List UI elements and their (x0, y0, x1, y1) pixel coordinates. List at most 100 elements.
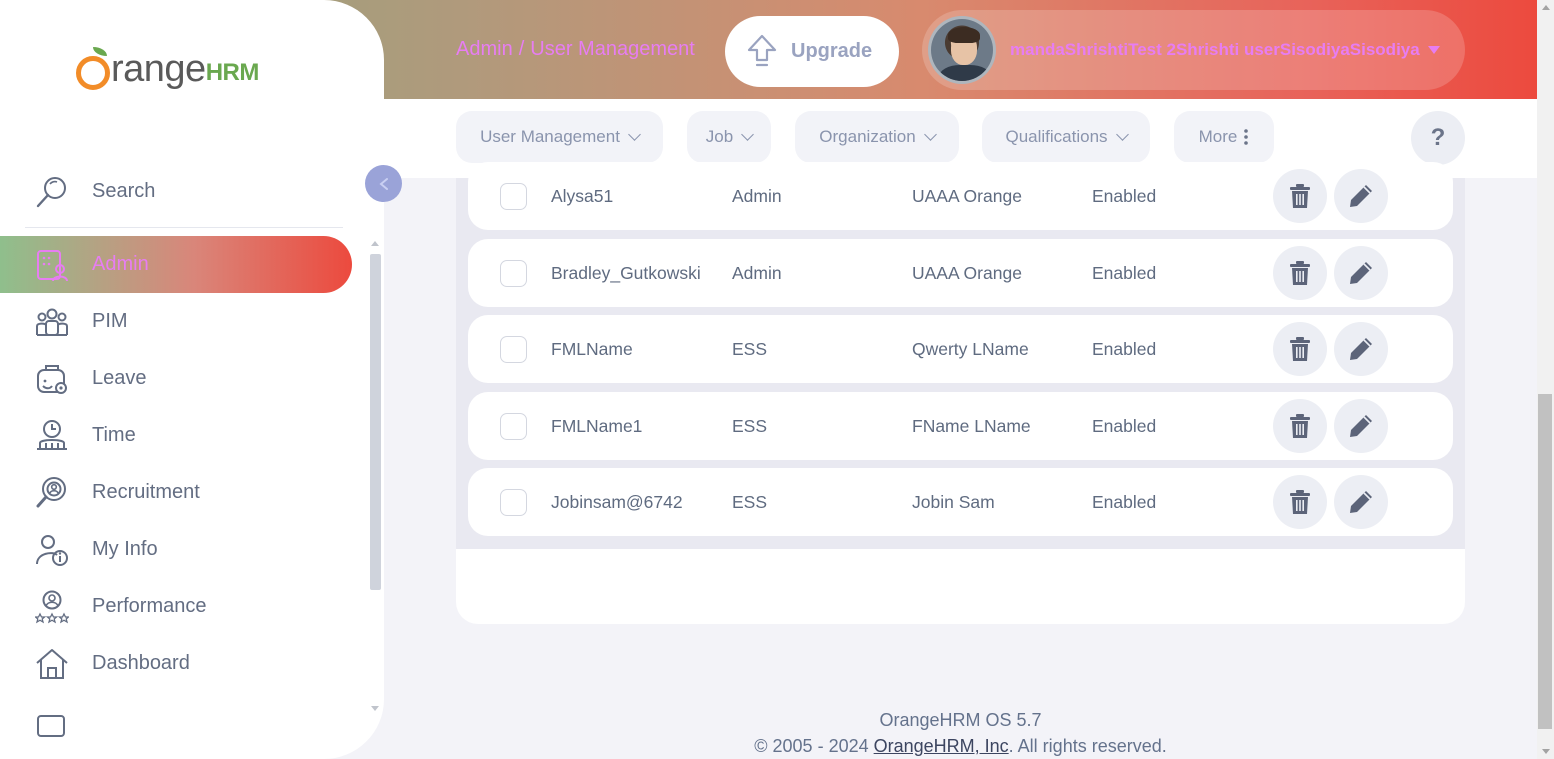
cell-status: Enabled (1092, 262, 1157, 283)
cell-role: ESS (732, 491, 768, 512)
trash-icon (1290, 261, 1310, 285)
copyright-suffix: . All rights reserved. (1008, 736, 1167, 756)
scrollbar-thumb[interactable] (370, 254, 381, 590)
nav-organization[interactable]: Organization (795, 111, 959, 163)
trash-icon (1290, 490, 1310, 514)
edit-button[interactable] (1334, 169, 1388, 223)
help-button[interactable]: ? (1411, 111, 1465, 165)
sidebar-item-recruitment[interactable]: Recruitment (0, 464, 352, 521)
scroll-down-icon[interactable] (371, 706, 379, 711)
edit-button[interactable] (1334, 322, 1388, 376)
scroll-up-icon[interactable] (1542, 5, 1550, 10)
sidebar-item-dashboard[interactable]: Dashboard (0, 635, 352, 692)
sidebar-search-label: Search (92, 180, 156, 202)
logo-text: range (111, 48, 206, 90)
cell-employee: FName LName (912, 415, 1031, 436)
footer-copyright: © 2005 - 2024 OrangeHRM, Inc. All rights… (456, 736, 1465, 757)
cell-employee: Jobin Sam (912, 491, 995, 512)
sidebar-item-label: Performance (92, 595, 207, 617)
sidebar-item-label: Dashboard (92, 652, 190, 674)
scroll-up-icon[interactable] (371, 241, 379, 246)
sidebar-item-label: My Info (92, 538, 158, 560)
chevron-down-icon (741, 128, 755, 141)
sidebar-search[interactable]: Search (0, 163, 352, 220)
collapse-sidebar-button[interactable] (365, 165, 402, 202)
row-checkbox[interactable] (500, 182, 527, 210)
sidebar-item-my-info[interactable]: My Info (0, 521, 352, 578)
sidebar-item-label: Leave (92, 367, 147, 389)
sidebar-item-pim[interactable]: PIM (0, 293, 352, 350)
avatar (928, 16, 996, 84)
pencil-icon (1350, 415, 1372, 437)
orangehrm-logo[interactable]: range HRM (76, 46, 260, 91)
cell-role: Admin (732, 185, 782, 206)
sidebar-item-label: Time (92, 424, 136, 446)
sidebar: range HRM Search Admin PIM Leave Time Rec… (0, 0, 384, 759)
row-checkbox[interactable] (500, 335, 527, 363)
scrollbar-thumb[interactable] (1538, 394, 1552, 729)
row-checkbox[interactable] (500, 259, 527, 287)
footer-version: OrangeHRM OS 5.7 (879, 710, 1042, 730)
breadcrumb-separator: / (518, 38, 525, 60)
sidebar-scrollbar[interactable] (368, 238, 382, 714)
delete-button[interactable] (1273, 169, 1327, 223)
cell-status: Enabled (1092, 338, 1157, 359)
upgrade-button[interactable]: Upgrade (725, 16, 899, 87)
sidebar-item-performance[interactable]: Performance (0, 578, 352, 635)
nav-label: Organization (819, 127, 916, 146)
search-icon (36, 176, 66, 207)
table-row: Alysa51 Admin UAAA Orange Enabled (468, 162, 1453, 230)
edit-button[interactable] (1334, 399, 1388, 453)
user-dropdown[interactable]: mandaShrishtiTest 2Shrishti userSisodiya… (922, 10, 1465, 90)
table-row: Bradley_Gutkowski Admin UAAA Orange Enab… (468, 239, 1453, 307)
trash-icon (1290, 337, 1310, 361)
sidebar-item-label: PIM (92, 310, 128, 332)
nav-label: User Management (480, 127, 620, 146)
performance-icon (35, 590, 69, 623)
sidebar-item-leave[interactable]: Leave (0, 350, 352, 407)
nav-user-management[interactable]: User Management (456, 111, 663, 163)
delete-button[interactable] (1273, 399, 1327, 453)
delete-button[interactable] (1273, 246, 1327, 300)
sidebar-item-partial[interactable] (0, 692, 352, 749)
leave-icon (37, 364, 67, 394)
row-checkbox[interactable] (500, 488, 527, 516)
caret-down-icon (1427, 46, 1440, 54)
chevron-down-icon (923, 128, 937, 141)
scroll-down-icon[interactable] (1542, 749, 1550, 754)
delete-button[interactable] (1273, 475, 1327, 529)
cell-employee: UAAA Orange (912, 185, 1022, 206)
directory-icon (37, 714, 65, 737)
company-link[interactable]: OrangeHRM, Inc (874, 736, 1009, 756)
recruitment-icon (36, 476, 66, 507)
edit-button[interactable] (1334, 246, 1388, 300)
table-row: Jobinsam@6742 ESS Jobin Sam Enabled (468, 468, 1453, 536)
sidebar-divider (25, 227, 343, 228)
chevron-left-icon (378, 177, 388, 190)
chevron-down-icon (1115, 128, 1129, 141)
edit-button[interactable] (1334, 475, 1388, 529)
nav-label: Qualifications (1005, 127, 1108, 146)
row-checkbox[interactable] (500, 412, 527, 440)
kebab-icon (1244, 129, 1249, 145)
upgrade-label: Upgrade (791, 40, 873, 62)
cell-username: FMLName (551, 338, 633, 359)
cell-status: Enabled (1092, 185, 1157, 206)
page-scrollbar[interactable] (1537, 0, 1554, 759)
nav-qualifications[interactable]: Qualifications (982, 111, 1150, 163)
logo-suffix: HRM (205, 58, 260, 86)
sidebar-item-admin[interactable]: Admin (0, 236, 352, 293)
cell-role: ESS (732, 338, 768, 359)
nav-label: More (1198, 127, 1238, 146)
cell-username: Bradley_Gutkowski (551, 262, 701, 283)
cell-status: Enabled (1092, 415, 1157, 436)
pencil-icon (1350, 491, 1372, 513)
cell-role: Admin (732, 262, 782, 283)
table-row: FMLName ESS Qwerty LName Enabled (468, 315, 1453, 383)
delete-button[interactable] (1273, 322, 1327, 376)
cell-status: Enabled (1092, 491, 1157, 512)
nav-more[interactable]: More (1174, 111, 1274, 163)
nav-job[interactable]: Job (687, 111, 771, 163)
sidebar-item-time[interactable]: Time (0, 407, 352, 464)
logo-orange-icon (76, 46, 110, 90)
